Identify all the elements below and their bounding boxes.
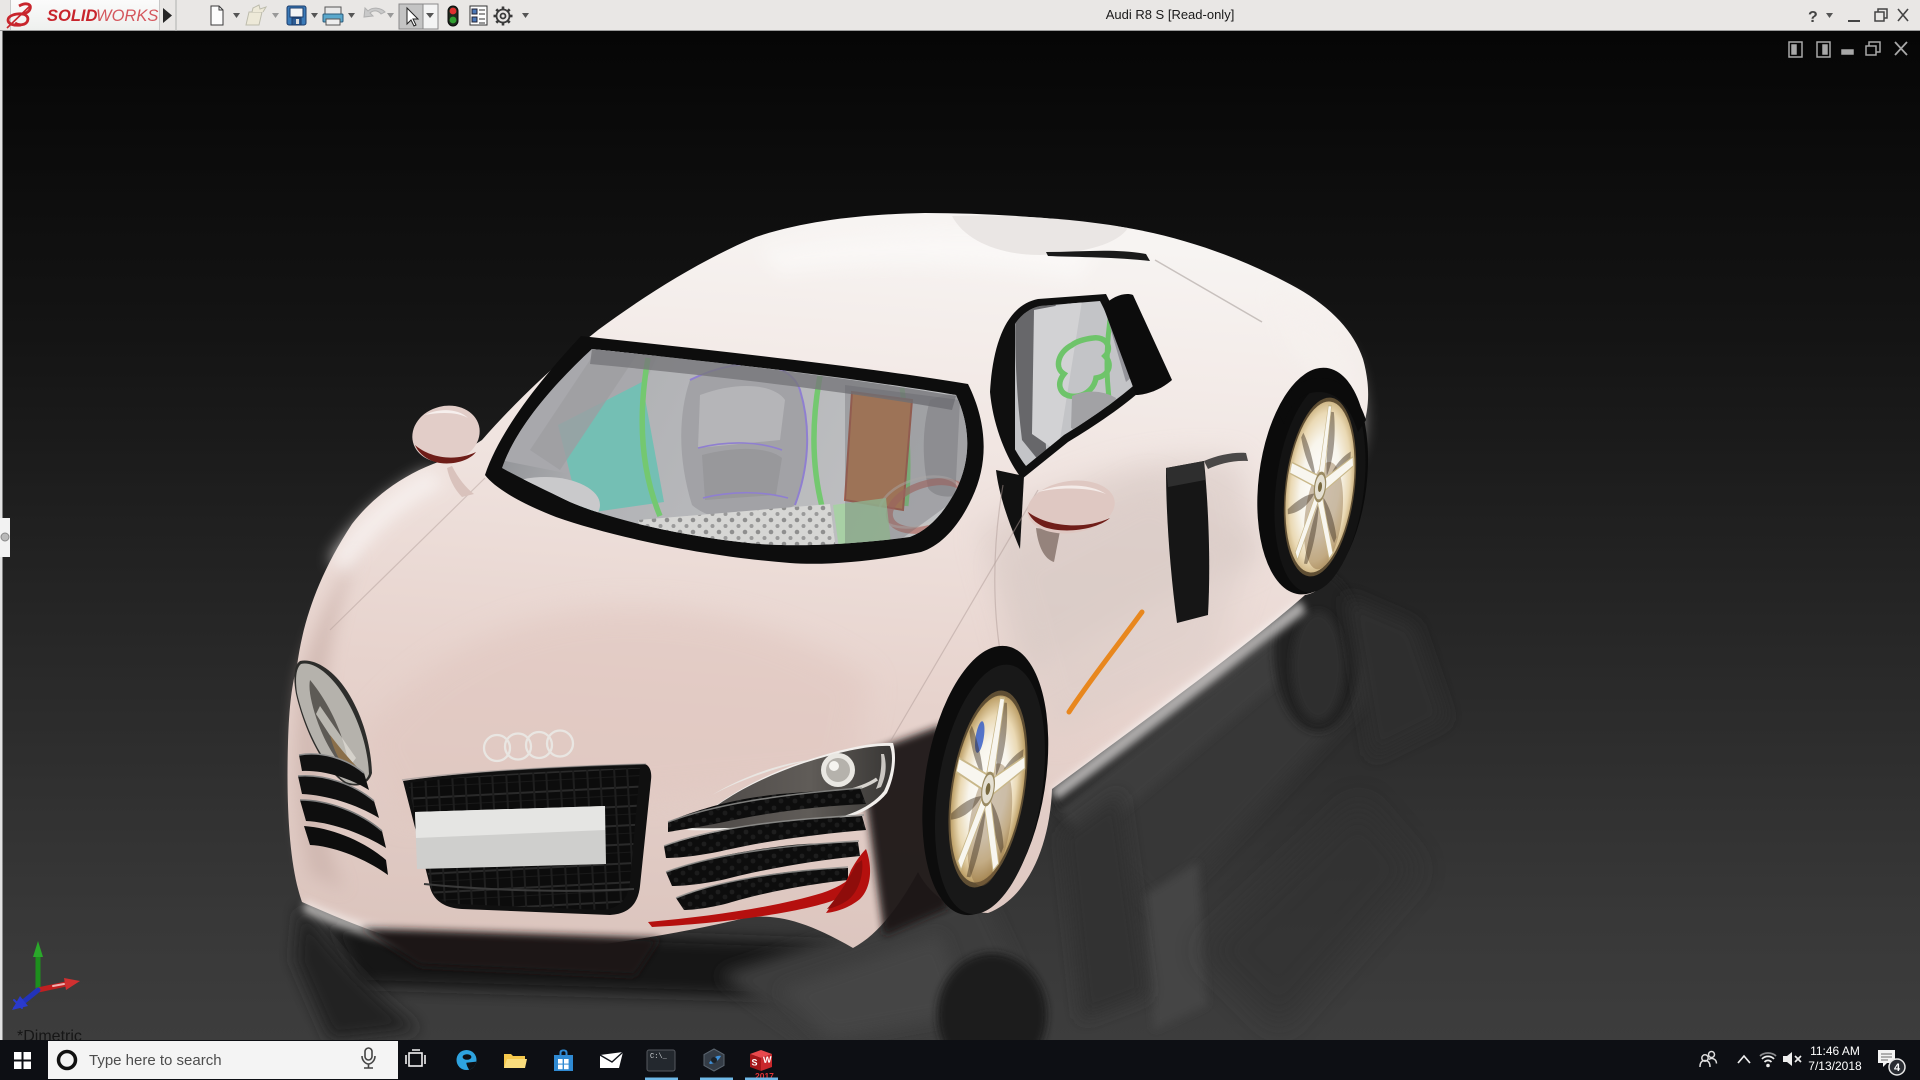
svg-text:W: W: [763, 1054, 772, 1065]
svg-text:WORKS: WORKS: [96, 7, 158, 25]
svg-text:C:\_: C:\_: [650, 1053, 668, 1061]
svg-text:4: 4: [1894, 1062, 1901, 1074]
svg-text:*Dimetric: *Dimetric: [17, 1028, 82, 1040]
svg-text:SOLID: SOLID: [47, 7, 98, 25]
svg-text:?: ?: [1808, 9, 1818, 26]
svg-text:S: S: [752, 1057, 758, 1067]
